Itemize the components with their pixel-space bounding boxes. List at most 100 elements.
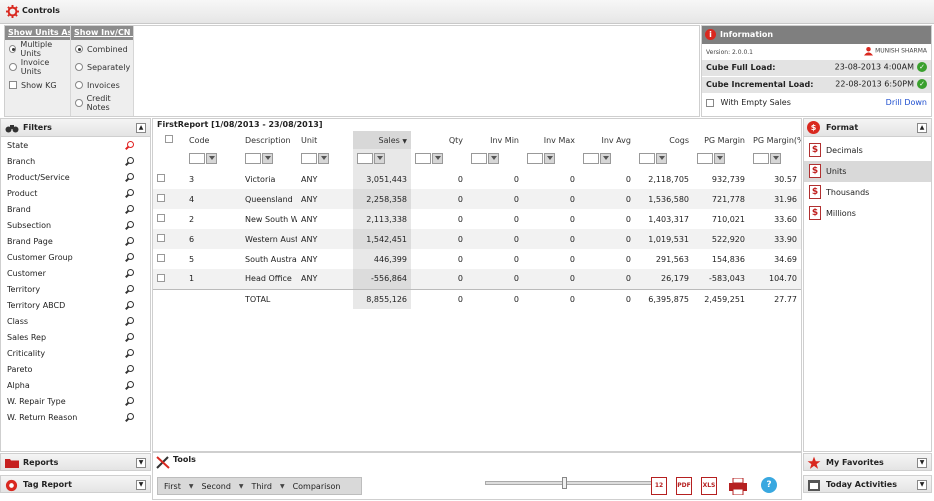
- expand-toggle[interactable]: ▼: [136, 458, 146, 468]
- col-inv-max[interactable]: Inv Max: [523, 131, 579, 149]
- radio-icon[interactable]: [9, 45, 17, 53]
- column-filter[interactable]: [527, 152, 555, 164]
- filter-item[interactable]: Branch: [1, 154, 150, 170]
- zoom-slider[interactable]: [485, 477, 655, 489]
- column-filter-input[interactable]: [471, 152, 487, 164]
- empty-sales-checkbox[interactable]: [706, 98, 714, 107]
- table-row[interactable]: 6Western AustraANY1,542,45100001,019,531…: [153, 229, 801, 249]
- search-icon[interactable]: [127, 157, 134, 164]
- funnel-icon[interactable]: [656, 152, 667, 164]
- format-option-millions[interactable]: $ Millions: [804, 203, 931, 224]
- column-filter-input[interactable]: [753, 152, 769, 164]
- col-pg-margin-pct[interactable]: PG Margin(%): [749, 131, 801, 149]
- format-option-decimals[interactable]: $ Decimals: [804, 140, 931, 161]
- filter-item[interactable]: Brand: [1, 202, 150, 218]
- column-filter-input[interactable]: [357, 152, 373, 164]
- help-icon[interactable]: ?: [761, 477, 777, 493]
- invoices-radio[interactable]: Invoices: [71, 76, 133, 94]
- search-icon[interactable]: [127, 189, 134, 196]
- filter-item[interactable]: Brand Page: [1, 234, 150, 250]
- collapse-toggle[interactable]: ▲: [917, 123, 927, 133]
- column-filter-input[interactable]: [697, 152, 713, 164]
- inv-header[interactable]: Show Inv/CN As: [71, 26, 133, 40]
- funnel-icon[interactable]: [770, 152, 781, 164]
- checkbox-icon[interactable]: [9, 81, 17, 89]
- search-icon[interactable]: [127, 317, 134, 324]
- credit-notes-radio[interactable]: Credit Notes: [71, 94, 133, 112]
- search-icon[interactable]: [127, 397, 134, 404]
- filter-item[interactable]: Territory: [1, 282, 150, 298]
- search-icon[interactable]: [127, 285, 134, 292]
- column-filter[interactable]: [301, 152, 329, 164]
- column-filter-input[interactable]: [639, 152, 655, 164]
- table-row[interactable]: 5 South Australia ANY 446,399 0 0 0 0 291,563 154…: [153, 249, 801, 269]
- column-filter[interactable]: [415, 152, 443, 164]
- expand-toggle[interactable]: ▼: [917, 458, 927, 468]
- radio-icon[interactable]: [75, 81, 83, 89]
- collapse-toggle[interactable]: ▲: [136, 123, 146, 133]
- invoice-units-radio[interactable]: Invoice Units: [5, 58, 70, 76]
- radio-icon[interactable]: [9, 63, 17, 71]
- drill-down-link[interactable]: Drill Down: [886, 98, 927, 107]
- col-code[interactable]: Code: [185, 131, 241, 149]
- row-checkbox[interactable]: [157, 194, 165, 202]
- expand-toggle[interactable]: ▼: [917, 480, 927, 490]
- funnel-icon[interactable]: [600, 152, 611, 164]
- print-icon[interactable]: [729, 478, 747, 495]
- tab-third[interactable]: Third: [246, 482, 278, 491]
- row-checkbox[interactable]: [157, 214, 165, 222]
- column-filter-input[interactable]: [527, 152, 543, 164]
- search-icon[interactable]: [127, 413, 134, 420]
- multiple-units-radio[interactable]: Multiple Units: [5, 40, 70, 58]
- radio-icon[interactable]: [75, 99, 83, 107]
- row-checkbox[interactable]: [157, 174, 165, 182]
- funnel-icon[interactable]: [262, 152, 273, 164]
- funnel-icon[interactable]: [544, 152, 555, 164]
- column-filter-input[interactable]: [189, 152, 205, 164]
- filter-item[interactable]: Territory ABCD: [1, 298, 150, 314]
- search-icon[interactable]: [127, 221, 134, 228]
- filter-item[interactable]: Pareto: [1, 362, 150, 378]
- chevron-down-icon[interactable]: ▼: [237, 483, 246, 490]
- col-qty[interactable]: Qty: [411, 131, 467, 149]
- search-icon[interactable]: [127, 173, 134, 180]
- search-icon[interactable]: [127, 301, 134, 308]
- format-option-units[interactable]: $ Units: [804, 161, 931, 182]
- column-filter[interactable]: [357, 152, 385, 164]
- radio-icon[interactable]: [75, 63, 83, 71]
- column-filter[interactable]: [471, 152, 499, 164]
- excel-export-icon[interactable]: XLS: [701, 477, 717, 495]
- column-filter[interactable]: [189, 152, 217, 164]
- tab-second[interactable]: Second: [195, 482, 236, 491]
- pdf-export-icon[interactable]: PDF: [676, 477, 692, 495]
- column-filter-input[interactable]: [301, 152, 317, 164]
- tab-comparison[interactable]: Comparison: [287, 482, 347, 491]
- col-description[interactable]: Description: [241, 131, 297, 149]
- filter-item[interactable]: Criticality: [1, 346, 150, 362]
- search-icon[interactable]: [127, 237, 134, 244]
- funnel-icon[interactable]: [488, 152, 499, 164]
- col-inv-min[interactable]: Inv Min: [467, 131, 523, 149]
- filter-item[interactable]: W. Return Reason: [1, 410, 150, 426]
- funnel-icon[interactable]: [374, 152, 385, 164]
- chevron-down-icon[interactable]: ▼: [187, 483, 196, 490]
- show-kg-checkbox[interactable]: Show KG: [5, 76, 70, 94]
- my-favorites-bar[interactable]: My Favorites ▼: [803, 453, 932, 471]
- table-row[interactable]: 2 New South Wa ANY 2,113,338 0 0 0 0 1,403,317 71…: [153, 209, 801, 229]
- col-sales[interactable]: Sales ▼: [353, 131, 411, 149]
- column-filter-input[interactable]: [415, 152, 431, 164]
- search-icon[interactable]: [127, 141, 134, 148]
- filter-item[interactable]: Alpha: [1, 378, 150, 394]
- search-icon[interactable]: [127, 365, 134, 372]
- column-filter[interactable]: [753, 152, 781, 164]
- search-icon[interactable]: [127, 333, 134, 340]
- column-filter[interactable]: [245, 152, 273, 164]
- radio-icon[interactable]: [75, 45, 83, 53]
- column-filter-input[interactable]: [583, 152, 599, 164]
- search-icon[interactable]: [127, 253, 134, 260]
- select-all-checkbox[interactable]: [165, 135, 173, 143]
- filter-item[interactable]: Subsection: [1, 218, 150, 234]
- tab-first[interactable]: First: [158, 482, 187, 491]
- row-checkbox[interactable]: [157, 234, 165, 242]
- funnel-icon[interactable]: [318, 152, 329, 164]
